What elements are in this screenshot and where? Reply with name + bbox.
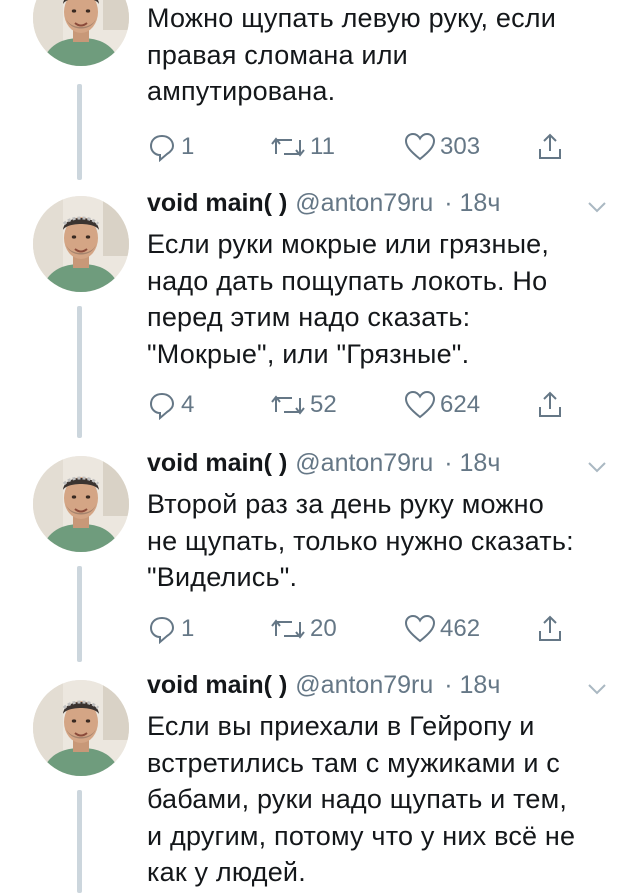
chevron-down-icon[interactable] (586, 196, 608, 218)
like-button[interactable]: 462 (404, 612, 480, 646)
retweet-count: 52 (310, 391, 337, 418)
retweet-icon (271, 395, 305, 415)
thread-line (77, 306, 82, 438)
like-count: 462 (440, 615, 481, 642)
tweet-time[interactable]: · 18ч (444, 449, 500, 477)
heart-icon (404, 390, 436, 419)
author-handle[interactable]: @anton79ru (295, 671, 433, 699)
author-handle[interactable]: @anton79ru (295, 189, 433, 217)
tweet-text: Если вы приехали в Гейропу и встретились… (147, 711, 576, 887)
like-count: 624 (440, 391, 481, 418)
author-name[interactable]: void main( ) (147, 189, 287, 217)
share-icon (539, 615, 561, 641)
share-button[interactable] (535, 130, 565, 164)
avatar[interactable] (33, 680, 129, 776)
reply-count: 4 (181, 391, 195, 418)
avatar[interactable] (33, 456, 129, 552)
share-button[interactable] (535, 388, 565, 422)
reply-icon (149, 392, 175, 420)
retweet-count: 11 (310, 133, 335, 160)
tweet-actions: 1 20 462 (147, 612, 587, 646)
like-button[interactable]: 303 (404, 130, 480, 164)
tweet-text: Если руки мокрые или грязные, надо дать … (147, 229, 550, 369)
tweet-time[interactable]: · 18ч (444, 189, 500, 217)
tweet-text: Можно щупать левую руку, если правая сло… (147, 3, 557, 106)
reply-button[interactable]: 1 (147, 130, 194, 164)
share-button[interactable] (535, 612, 565, 646)
share-icon (539, 133, 561, 159)
thread-line (77, 566, 82, 662)
like-count: 303 (440, 133, 481, 160)
tweet-text: Второй раз за день руку можно не щупать,… (147, 489, 574, 592)
author-name[interactable]: void main( ) (147, 449, 287, 477)
author-name[interactable]: void main( ) (147, 671, 287, 699)
tweet-header: void main( ) @anton79ru · 18ч (147, 448, 500, 478)
retweet-button[interactable]: 20 (270, 612, 337, 646)
tweet-actions: 4 52 624 (147, 388, 587, 422)
chevron-down-icon[interactable] (586, 456, 608, 478)
avatar[interactable] (33, 196, 129, 292)
heart-icon (404, 132, 436, 161)
reply-count: 1 (181, 615, 195, 642)
author-handle[interactable]: @anton79ru (295, 449, 433, 477)
retweet-icon (271, 137, 305, 157)
reply-icon (149, 134, 175, 162)
thread-line (77, 790, 82, 893)
retweet-button[interactable]: 52 (270, 388, 337, 422)
share-icon (539, 391, 561, 417)
avatar[interactable] (33, 0, 129, 66)
like-button[interactable]: 624 (404, 388, 480, 422)
tweet-actions: 1 11 303 (147, 130, 587, 164)
reply-count: 1 (181, 133, 195, 160)
tweet-header: void main( ) @anton79ru · 18ч (147, 188, 500, 218)
tweet-time[interactable]: · 18ч (444, 671, 500, 699)
thread-line (77, 84, 82, 180)
heart-icon (404, 614, 436, 643)
chevron-down-icon[interactable] (586, 678, 608, 700)
reply-icon (149, 616, 175, 644)
reply-button[interactable]: 4 (147, 388, 194, 422)
reply-button[interactable]: 1 (147, 612, 194, 646)
retweet-button[interactable]: 11 (270, 130, 335, 164)
retweet-count: 20 (310, 615, 337, 642)
retweet-icon (271, 619, 305, 639)
tweet-header: void main( ) @anton79ru · 18ч (147, 670, 500, 700)
